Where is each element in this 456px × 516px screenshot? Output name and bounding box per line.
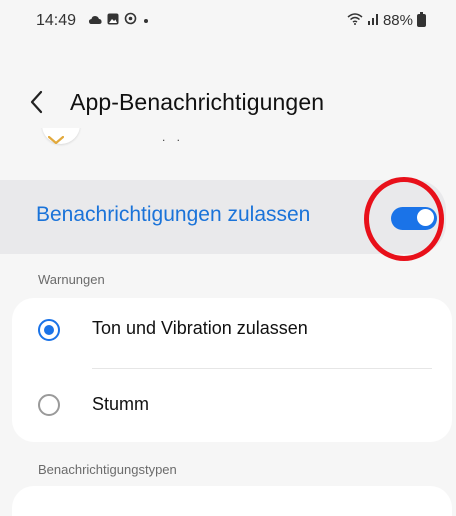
allow-notifications-row[interactable]: Benachrichtigungen zulassen xyxy=(0,180,446,254)
allow-notifications-label: Benachrichtigungen zulassen xyxy=(36,203,311,226)
dot-icon xyxy=(142,12,150,30)
signal-icon xyxy=(367,12,379,29)
allow-notifications-toggle[interactable] xyxy=(391,207,437,230)
option-label: Ton und Vibration zulassen xyxy=(92,318,308,338)
warnings-section-header: Warnungen xyxy=(38,272,105,287)
toggle-knob xyxy=(417,209,434,226)
gallery-icon xyxy=(107,12,119,30)
back-button[interactable] xyxy=(30,88,58,116)
option-silent[interactable]: Stumm xyxy=(12,374,452,438)
status-right: 88% xyxy=(347,12,426,29)
wifi-icon xyxy=(347,12,363,29)
option-sound-vibration[interactable]: Ton und Vibration zulassen xyxy=(12,298,452,362)
app-bar: App-Benachrichtigungen xyxy=(30,82,324,122)
option-label: Stumm xyxy=(92,394,150,414)
notification-types-card xyxy=(12,486,452,516)
page-title: App-Benachrichtigungen xyxy=(70,88,325,115)
warnings-card: Ton und Vibration zulassen Stumm xyxy=(12,298,452,442)
battery-percent: 88% xyxy=(382,12,413,29)
chevron-left-icon xyxy=(30,90,43,114)
radio-unselected[interactable] xyxy=(38,394,60,416)
app-info-row[interactable]: . . xyxy=(36,128,416,150)
radio-selected[interactable] xyxy=(38,319,60,341)
status-bar: 14:49 88% xyxy=(0,0,456,44)
cloud-icon xyxy=(88,12,102,30)
app-name: . . xyxy=(162,130,185,144)
sync-icon xyxy=(124,12,137,30)
status-notification-icons xyxy=(88,12,150,30)
app-logo-icon xyxy=(48,136,64,144)
status-time: 14:49 xyxy=(36,12,77,29)
battery-icon xyxy=(417,12,426,27)
notification-types-header: Benachrichtigungstypen xyxy=(38,462,177,477)
divider xyxy=(92,368,432,369)
